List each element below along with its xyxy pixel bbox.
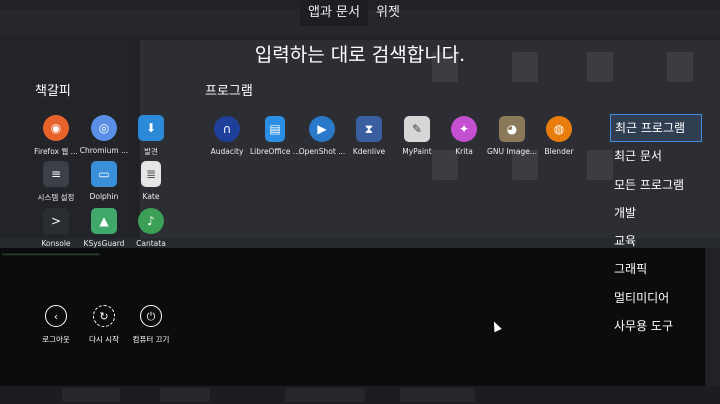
favorite-discover[interactable]: ⬇ 발견: [119, 115, 183, 157]
program-blender[interactable]: ◍ Blender: [527, 116, 591, 156]
discover-icon: ⬇: [138, 115, 164, 141]
mypaint-icon: ✎: [404, 116, 430, 142]
kate-icon: ≣: [141, 161, 161, 187]
favorite-label: Kate: [142, 192, 160, 201]
favorite-label: Cantata: [136, 239, 166, 248]
category-education[interactable]: 교육: [610, 227, 702, 255]
openshot-icon: ▶: [309, 116, 335, 142]
cantata-icon: ♪: [138, 208, 164, 234]
blender-icon: ◍: [546, 116, 572, 142]
search-hint-text: 입력하는 대로 검색합니다.: [254, 44, 466, 66]
category-all-programs[interactable]: 모든 프로그램: [610, 171, 702, 199]
shutdown-icon: ⏻: [140, 305, 162, 327]
libreoffice-icon: ▤: [265, 116, 285, 142]
tab-widgets[interactable]: 위젯: [368, 0, 408, 26]
program-label: Blender: [544, 147, 574, 156]
category-development[interactable]: 개발: [610, 199, 702, 227]
shutdown-label: 컴퓨터 끄기: [132, 335, 170, 344]
mouse-cursor-icon: [490, 319, 502, 333]
programs-title: 프로그램: [205, 84, 253, 99]
category-graphics[interactable]: 그래픽: [610, 255, 702, 283]
favorite-label: 발견: [144, 147, 158, 156]
shutdown-button[interactable]: ⏻ 컴퓨터 끄기: [123, 305, 179, 345]
favorite-cantata[interactable]: ♪ Cantata: [119, 208, 183, 248]
application-dashboard: 앱과 문서 위젯 입력하는 대로 검색합니다. 책갈피 프로그램 ◉ Firef…: [0, 0, 720, 404]
category-office[interactable]: 사무용 도구: [610, 312, 702, 340]
dashboard-tabbar: 앱과 문서 위젯: [300, 0, 408, 26]
system-settings-icon: ≡: [43, 161, 69, 187]
kdenlive-icon: ⧗: [356, 116, 382, 142]
search-hint: 입력하는 대로 검색합니다.: [0, 40, 720, 67]
category-recent-programs[interactable]: 최근 프로그램: [610, 114, 702, 143]
audacity-icon: ∩: [214, 116, 240, 142]
krita-icon: ✦: [451, 116, 477, 142]
favorites-title: 책갈피: [35, 84, 71, 99]
tab-apps-and-docs[interactable]: 앱과 문서: [300, 0, 368, 26]
logout-icon: ‹: [45, 305, 67, 327]
ksysguard-icon: ▲: [91, 208, 117, 234]
dolphin-icon: ▭: [91, 161, 117, 187]
category-list: 최근 프로그램 최근 문서 모든 프로그램 개발 교육 그래픽 멀티미디어 사무…: [610, 114, 702, 340]
gimp-icon: ◕: [499, 116, 525, 142]
category-multimedia[interactable]: 멀티미디어: [610, 284, 702, 312]
chromium-icon: ◎: [91, 115, 117, 141]
firefox-icon: ◉: [43, 115, 69, 141]
restart-icon: ↻: [93, 305, 115, 327]
favorite-kate[interactable]: ≣ Kate: [119, 161, 183, 201]
category-recent-documents[interactable]: 최근 문서: [610, 142, 702, 170]
konsole-icon: >: [43, 208, 69, 234]
